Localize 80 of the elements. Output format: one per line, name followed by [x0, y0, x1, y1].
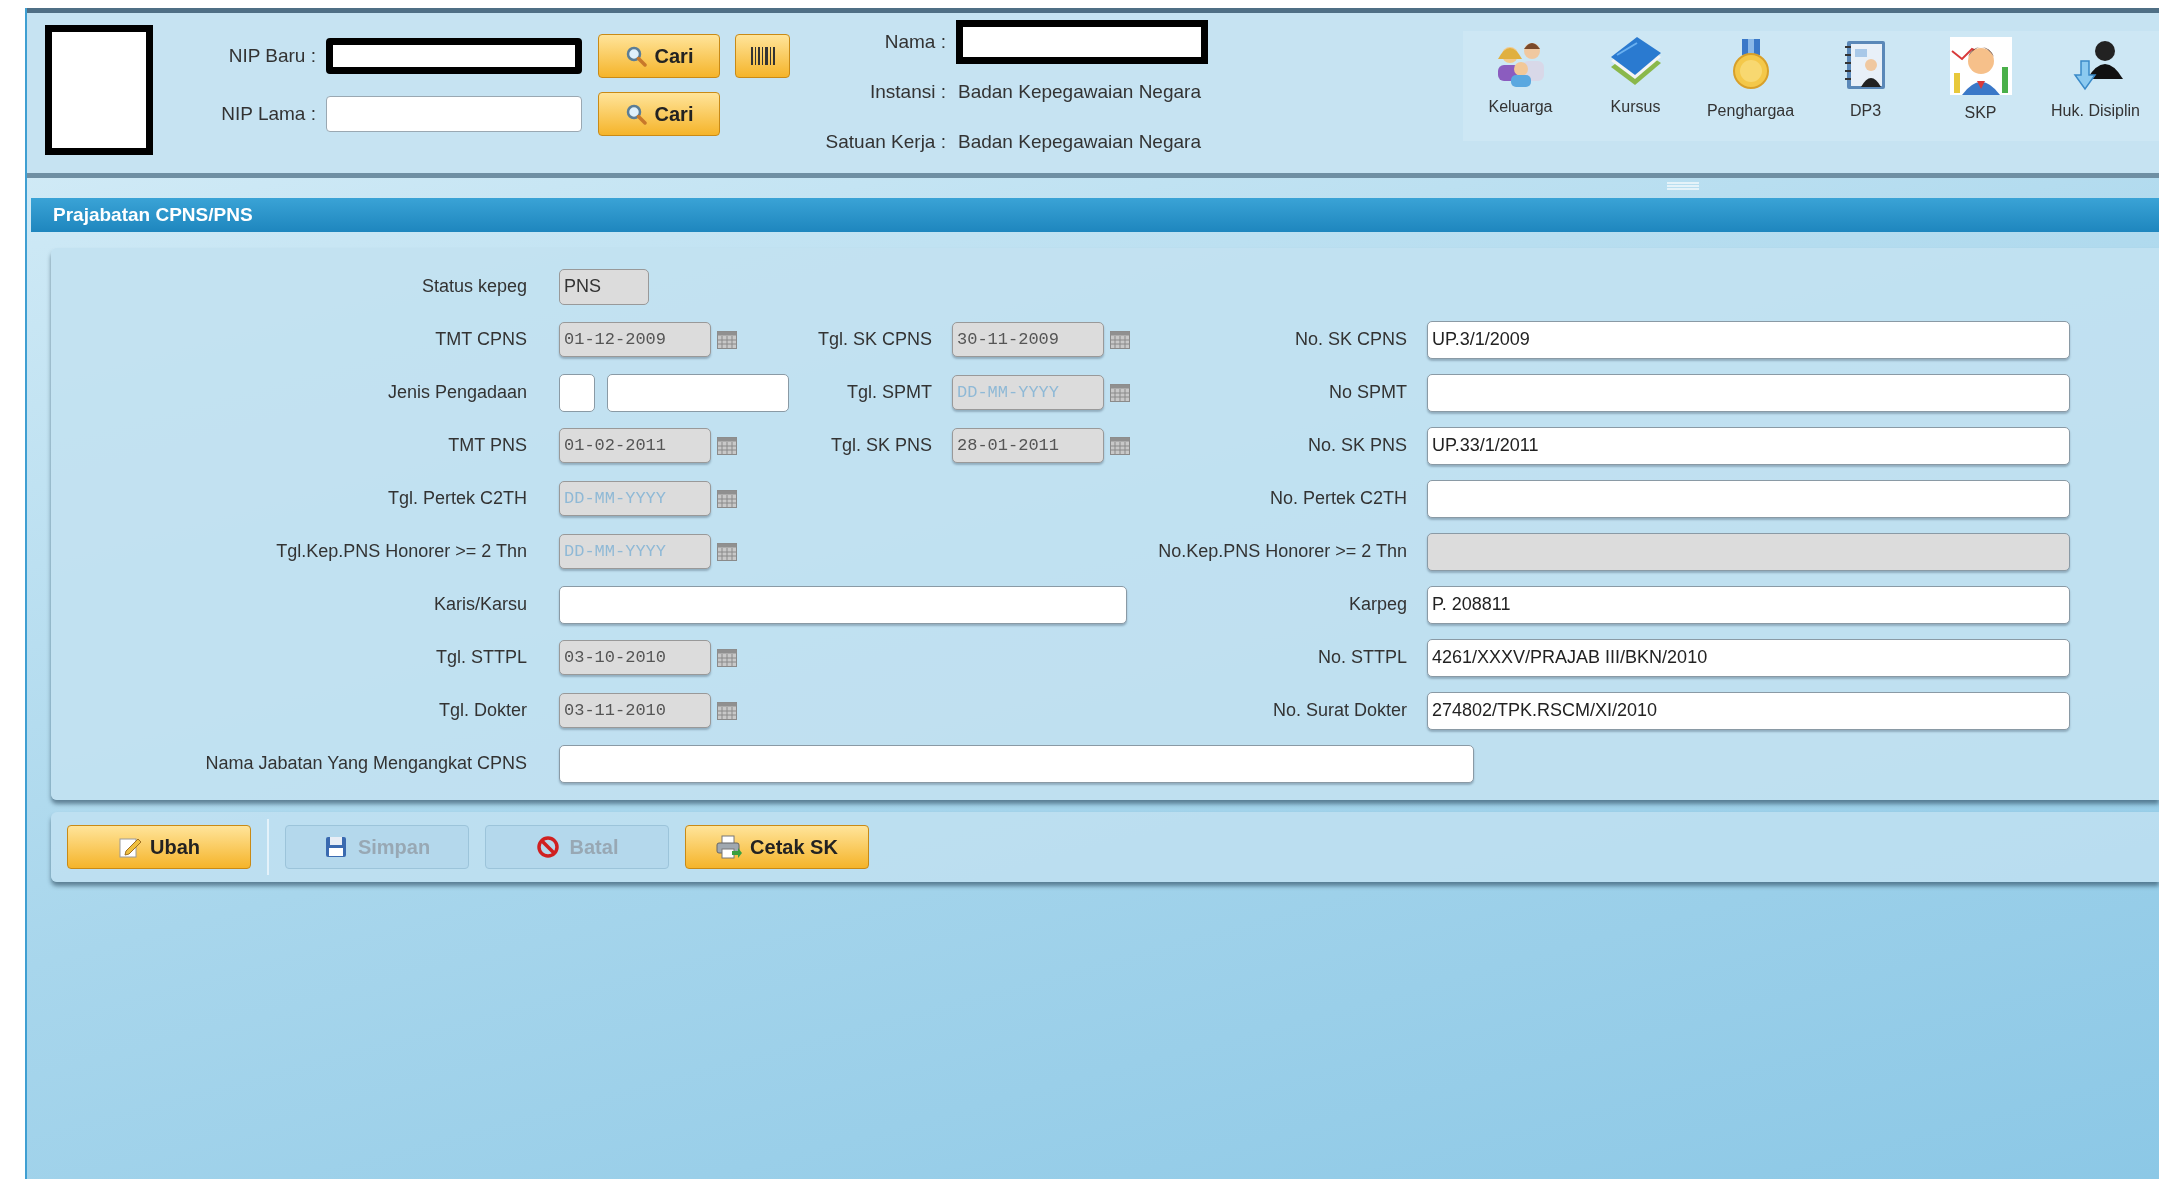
field-value: Badan Kepegawaian Negara: [958, 79, 1201, 104]
shortcut-button[interactable]: Huk. Disiplin: [2038, 31, 2153, 141]
input-field[interactable]: [559, 744, 1474, 783]
field-label: Tgl. SK CPNS: [817, 328, 932, 351]
input-field[interactable]: P. 208811: [1427, 585, 2070, 624]
calendar-icon[interactable]: [717, 489, 737, 508]
input-field[interactable]: UP.33/1/2011: [1427, 426, 2070, 465]
date-field[interactable]: 01-12-2009: [559, 322, 711, 357]
field-label: No. STTPL: [1317, 646, 1407, 669]
shortcut-button[interactable]: Kursus: [1578, 31, 1693, 141]
field-value: Badan Kepegawaian Negara: [958, 129, 1201, 154]
field-label: Tgl. SK PNS: [830, 434, 932, 457]
pencil-note-icon: [118, 835, 142, 859]
input-field[interactable]: [1427, 373, 2070, 412]
field-label: NIP Baru :: [227, 43, 316, 68]
field-label: No SPMT: [1329, 381, 1407, 404]
date-field[interactable]: DD-MM-YYYY: [952, 375, 1104, 410]
calendar-icon[interactable]: [717, 648, 737, 667]
shortcut-button[interactable]: SKP: [1923, 31, 2038, 141]
field-label: Nama Jabatan Yang Mengangkat CPNS: [205, 752, 527, 775]
person-chart-icon: [1949, 37, 2012, 95]
search-icon: [624, 45, 647, 67]
field-label: No. Pertek C2TH: [1269, 487, 1407, 510]
grip-handle-icon[interactable]: [1667, 181, 1699, 191]
field-label: Karpeg: [1348, 593, 1407, 616]
field-label: NIP Lama :: [220, 101, 316, 126]
field-label: No. Surat Dokter: [1272, 699, 1407, 722]
action-button[interactable]: Cetak SK: [685, 825, 869, 869]
search-button[interactable]: Cari: [598, 92, 720, 136]
barcode-button[interactable]: [735, 34, 790, 78]
input-field[interactable]: [559, 373, 595, 412]
shortcut-button[interactable]: DP3: [1808, 31, 1923, 141]
search-icon: [624, 103, 647, 125]
input-field[interactable]: [559, 585, 1127, 624]
field-label: TMT CPNS: [435, 328, 527, 351]
input-field[interactable]: [1427, 479, 2070, 518]
date-field[interactable]: DD-MM-YYYY: [559, 481, 711, 516]
input-field[interactable]: [326, 38, 582, 74]
field-label: Instansi :: [868, 79, 946, 104]
field-label: Satuan Kerja :: [824, 129, 946, 154]
calendar-icon[interactable]: [717, 701, 737, 720]
input-field[interactable]: UP.3/1/2009: [1427, 320, 2070, 359]
calendar-icon[interactable]: [717, 436, 737, 455]
date-field[interactable]: 28-01-2011: [952, 428, 1104, 463]
input-field[interactable]: PNS: [559, 268, 649, 305]
field-label: Tgl. STTPL: [435, 646, 527, 669]
field-label: No. SK CPNS: [1294, 328, 1407, 351]
field-label: Karis/Karsu: [433, 593, 527, 616]
input-field[interactable]: 4261/XXXV/PRAJAB III/BKN/2010: [1427, 638, 2070, 677]
field-label: Jenis Pengadaan: [387, 381, 527, 404]
input-field[interactable]: [326, 96, 582, 132]
date-field[interactable]: 30-11-2009: [952, 322, 1104, 357]
calendar-icon[interactable]: [1110, 436, 1130, 455]
field-label: Tgl. Pertek C2TH: [387, 487, 527, 510]
field-label: TMT PNS: [448, 434, 527, 457]
field-label: Status kepeg: [421, 275, 527, 298]
input-field[interactable]: 274802/TPK.RSCM/XI/2010: [1427, 691, 2070, 730]
date-field[interactable]: 01-02-2011: [559, 428, 711, 463]
field-label: No.Kep.PNS Honorer >= 2 Thn: [1158, 540, 1407, 563]
shortcut-button[interactable]: Keluarga: [1463, 31, 1578, 141]
date-field[interactable]: 03-10-2010: [559, 640, 711, 675]
field-label: Tgl.Kep.PNS Honorer >= 2 Thn: [276, 540, 527, 563]
calendar-icon[interactable]: [717, 542, 737, 561]
section-title-bar: Prajabatan CPNS/PNS: [31, 198, 2159, 232]
field-label: Tgl. SPMT: [847, 381, 932, 404]
prohibited-icon: [535, 835, 560, 859]
search-button[interactable]: Cari: [598, 34, 720, 78]
calendar-icon[interactable]: [1110, 330, 1130, 349]
date-field[interactable]: DD-MM-YYYY: [559, 534, 711, 569]
action-button[interactable]: Ubah: [67, 825, 251, 869]
calendar-icon[interactable]: [1110, 383, 1130, 402]
date-field[interactable]: 03-11-2010: [559, 693, 711, 728]
field-label: Nama :: [883, 29, 946, 54]
field-label: Tgl. Dokter: [438, 699, 527, 722]
calendar-icon[interactable]: [717, 330, 737, 349]
field-label: No. SK PNS: [1307, 434, 1407, 457]
barcode-icon: [749, 46, 776, 66]
printer-icon: [716, 835, 743, 859]
input-field[interactable]: [607, 373, 789, 412]
shortcut-button[interactable]: Penghargaa: [1693, 31, 1808, 141]
